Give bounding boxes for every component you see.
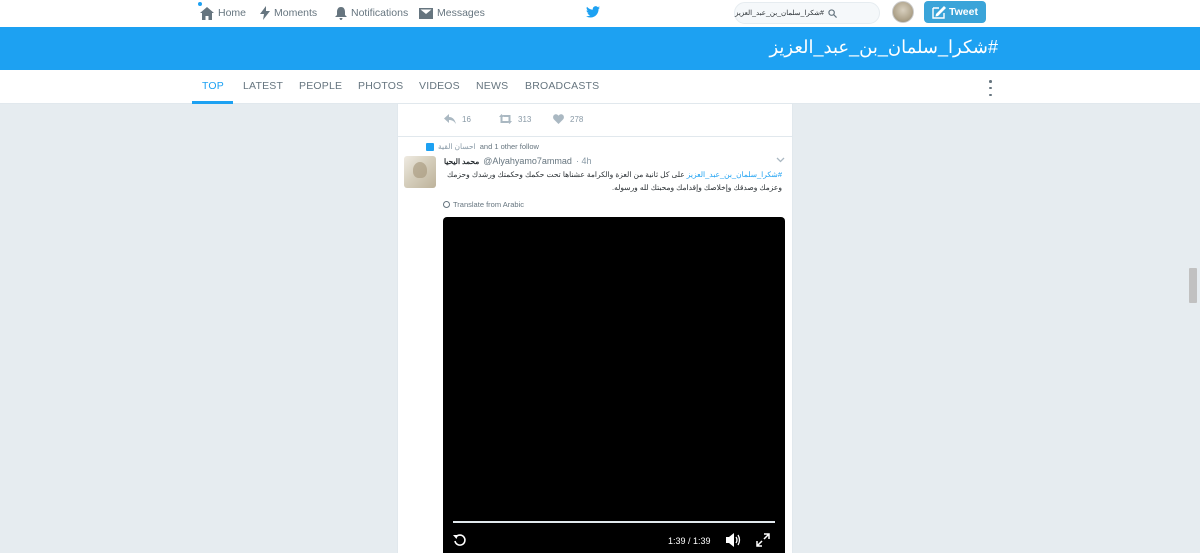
- user-avatar[interactable]: [892, 1, 914, 23]
- previous-tweet-actions: 16 313 278: [398, 114, 792, 130]
- tweet-divider: [398, 136, 792, 137]
- lightning-icon: [260, 6, 270, 20]
- heart-icon: [553, 114, 564, 124]
- page-title: #شكرا_سلمان_بن_عبد_العزيز: [769, 37, 998, 57]
- tweet-button[interactable]: Tweet: [924, 1, 986, 23]
- retweet-icon: [499, 114, 512, 124]
- tab-news[interactable]: NEWS: [476, 80, 508, 92]
- active-tab-indicator: [192, 101, 233, 104]
- envelope-icon: [419, 7, 433, 19]
- volume-icon[interactable]: [726, 533, 742, 547]
- tab-latest[interactable]: LATEST: [243, 80, 283, 92]
- nav-moments-label: Moments: [274, 7, 318, 19]
- tweet-hashtag-link[interactable]: #شكرا_سلمان_بن_عبد_العزيز: [687, 170, 782, 179]
- search-header-banner: #شكرا_سلمان_بن_عبد_العزيز: [0, 27, 1200, 70]
- nav-notifications[interactable]: Notifications: [335, 3, 408, 23]
- fullscreen-icon[interactable]: [756, 533, 770, 547]
- like-count: 278: [570, 114, 584, 124]
- video-time: 1:39 / 1:39: [668, 536, 711, 546]
- video-player[interactable]: 1:39 / 1:39: [443, 217, 785, 553]
- social-context[interactable]: احسان القية and 1 other follow: [426, 142, 539, 151]
- chevron-down-icon[interactable]: [776, 157, 785, 163]
- nav-moments[interactable]: Moments: [260, 3, 317, 23]
- social-context-text: and 1 other follow: [479, 142, 539, 151]
- tweet-timestamp[interactable]: · 4h: [576, 156, 592, 166]
- tweet-button-label: Tweet: [949, 6, 978, 18]
- globe-icon: [443, 201, 450, 208]
- tab-broadcasts[interactable]: BROADCASTS: [525, 80, 599, 92]
- nav-notifications-label: Notifications: [351, 7, 409, 19]
- compose-icon: [932, 5, 946, 19]
- timeline-column: 16 313 278 احسان القية and 1 other follo…: [397, 104, 793, 553]
- tweet-text: #شكرا_سلمان_بن_عبد_العزيز على كل ثانية م…: [444, 168, 782, 194]
- nav-home[interactable]: Home: [200, 3, 246, 23]
- search-field[interactable]: #شكرا_سلمان_بن_عبد_العزيز: [734, 2, 880, 24]
- tab-photos[interactable]: PHOTOS: [358, 80, 403, 92]
- bird-icon[interactable]: [586, 6, 600, 18]
- reply-action[interactable]: 16: [444, 114, 471, 124]
- person-icon: [426, 142, 434, 151]
- tweet-author-handle[interactable]: @Alyahyamo7ammad: [483, 156, 572, 166]
- nav-messages-label: Messages: [437, 7, 485, 19]
- more-options-icon[interactable]: [988, 80, 993, 96]
- tab-people[interactable]: PEOPLE: [299, 80, 342, 92]
- reply-count: 16: [462, 114, 471, 124]
- top-navigation-bar: Home Moments Notifications Messages #شكر…: [0, 0, 1200, 27]
- nav-messages[interactable]: Messages: [419, 3, 485, 23]
- page-scrollbar-thumb[interactable]: [1189, 268, 1197, 303]
- tweet-author-avatar[interactable]: [404, 156, 436, 188]
- magnifier-icon: [828, 8, 837, 18]
- tab-videos[interactable]: VIDEOS: [419, 80, 460, 92]
- tweet-header: محمد اليحيا @Alyahyamo7ammad · 4h: [444, 156, 591, 166]
- like-action[interactable]: 278: [553, 114, 583, 124]
- search-value: #شكرا_سلمان_بن_عبد_العزيز: [735, 10, 824, 17]
- video-progress-bar[interactable]: [453, 521, 775, 523]
- nav-home-label: Home: [218, 7, 247, 19]
- bell-icon: [335, 6, 347, 20]
- translate-link[interactable]: Translate from Arabic: [443, 200, 524, 209]
- retweet-count: 313: [518, 114, 532, 124]
- social-context-name: احسان القية: [438, 142, 476, 151]
- retweet-action[interactable]: 313: [499, 114, 531, 124]
- translate-label: Translate from Arabic: [453, 200, 524, 209]
- replay-icon[interactable]: [453, 533, 467, 547]
- home-icon: [200, 6, 214, 20]
- search-tabs: TOP LATEST PEOPLE PHOTOS VIDEOS NEWS BRO…: [0, 70, 1200, 104]
- tweet-author-name[interactable]: محمد اليحيا: [444, 157, 479, 166]
- reply-icon: [444, 114, 456, 124]
- tab-top[interactable]: TOP: [202, 80, 224, 92]
